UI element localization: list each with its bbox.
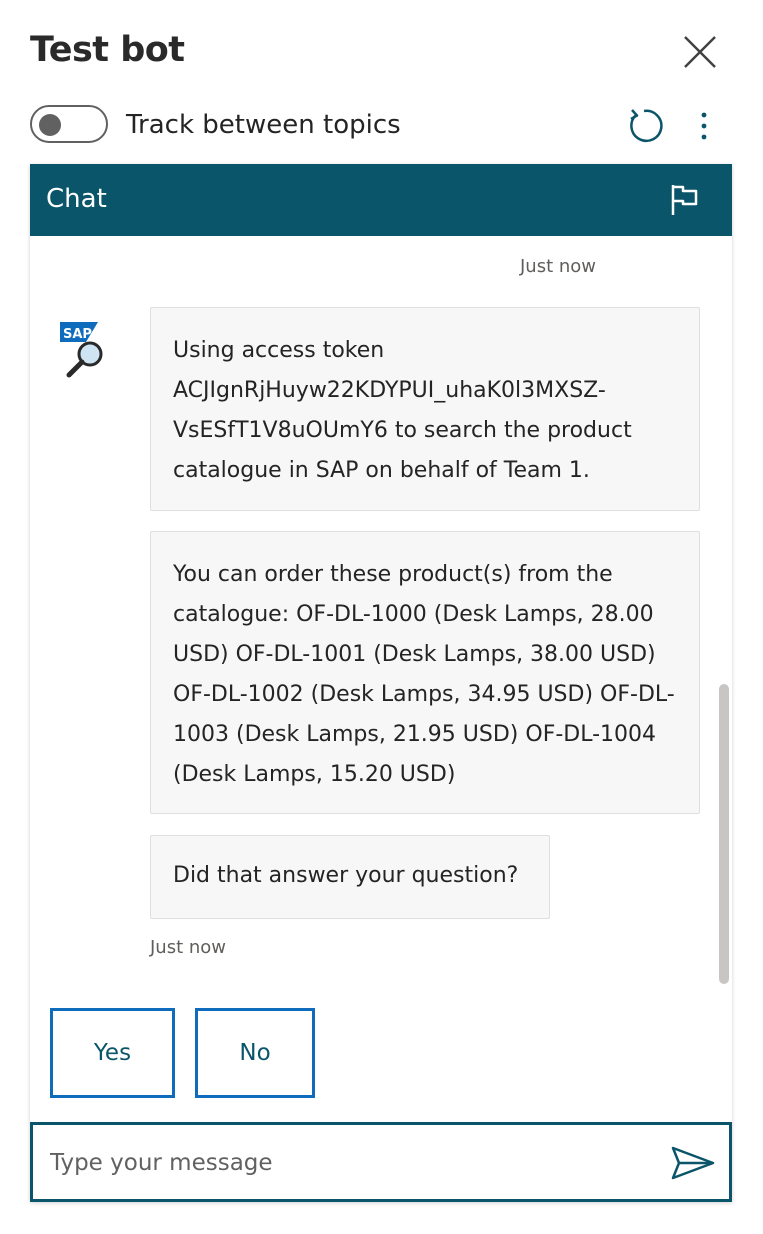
message-timestamp: Just now [520, 256, 597, 277]
message-timestamp: Just now [150, 937, 227, 958]
report-flag-button[interactable] [666, 182, 702, 218]
message-input-box [30, 1122, 732, 1202]
send-button[interactable] [669, 1143, 717, 1183]
flag-icon [671, 185, 698, 215]
bot-message: Did that answer your question? [150, 835, 550, 919]
more-options-button[interactable] [690, 108, 718, 144]
yes-choice-button[interactable]: Yes [50, 1008, 175, 1098]
no-choice-button[interactable]: No [195, 1008, 315, 1098]
more-vertical-icon [701, 112, 707, 140]
bot-avatar: SAP [60, 322, 110, 378]
refresh-icon [630, 109, 663, 143]
sap-search-avatar: SAP [60, 322, 103, 378]
toggle-label: Track between topics [126, 110, 401, 140]
bot-message: You can order these product(s) from the … [150, 531, 700, 814]
chat-scrollbar[interactable] [719, 684, 729, 984]
chat-title: Chat [46, 184, 107, 214]
bot-message: Using access token ACJIgnRjHuyw22KDYPUI_… [150, 307, 700, 511]
toggle-knob [39, 114, 61, 136]
refresh-button[interactable] [624, 106, 664, 146]
message-input[interactable] [50, 1147, 630, 1179]
close-icon [684, 36, 716, 68]
chat-header: Chat [30, 164, 732, 236]
close-button[interactable] [680, 32, 720, 72]
panel-title: Test bot [30, 30, 185, 70]
track-topics-toggle[interactable] [30, 105, 108, 143]
avatar-text: SAP [63, 327, 92, 342]
send-icon [671, 1146, 715, 1180]
chat-panel: Chat Just now SAP Using access token ACJ… [30, 164, 732, 1202]
